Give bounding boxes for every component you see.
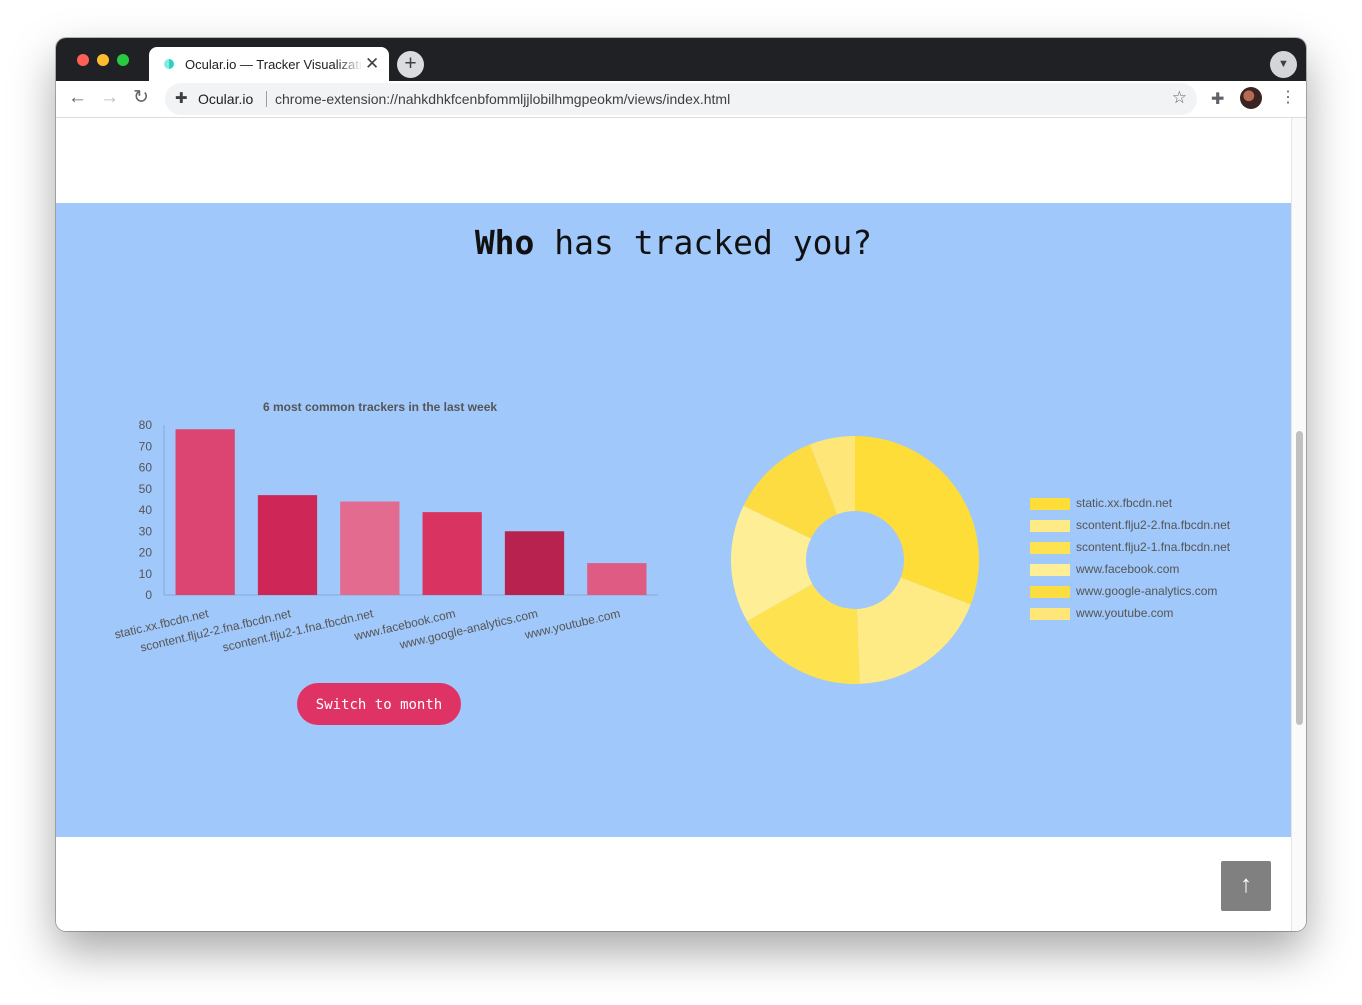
browser-window: Ocular.io — Tracker Visualization ✕ + ▼ … — [56, 38, 1306, 931]
browser-toolbar: ← → ↻ ✚ Ocular.io chrome-extension://nah… — [56, 81, 1306, 118]
extensions-puzzle-icon[interactable]: ✚ — [1211, 89, 1224, 109]
close-icon[interactable]: ✕ — [365, 54, 379, 74]
scrollbar[interactable] — [1291, 118, 1306, 931]
bar — [175, 429, 235, 595]
y-tick-label: 0 — [145, 588, 152, 602]
star-icon[interactable]: ☆ — [1172, 88, 1187, 108]
legend-label: scontent.flju2-2.fna.fbcdn.net — [1076, 518, 1231, 532]
y-tick-label: 40 — [139, 503, 153, 517]
donut-chart — [730, 436, 979, 684]
y-tick-label: 10 — [139, 567, 153, 581]
heading-rest: has tracked you? — [534, 223, 873, 262]
minimize-window-button[interactable] — [97, 54, 109, 66]
avatar[interactable] — [1240, 87, 1262, 109]
x-tick-label: www.google-analytics.com — [397, 606, 539, 652]
switch-to-month-button[interactable]: Switch to month — [297, 683, 461, 725]
legend-swatch — [1030, 498, 1070, 510]
y-tick-label: 60 — [139, 461, 153, 475]
forward-arrow-icon[interactable]: → — [100, 86, 119, 110]
legend-swatch — [1030, 608, 1070, 620]
legend-label: static.xx.fbcdn.net — [1076, 496, 1173, 510]
puzzle-icon: ✚ — [175, 90, 188, 107]
chevron-down-icon[interactable]: ▼ — [1270, 51, 1297, 78]
ocular-favicon-icon — [164, 59, 174, 69]
kebab-menu-icon[interactable]: ⋮ — [1280, 87, 1296, 109]
legend-swatch — [1030, 586, 1070, 598]
x-tick-label: www.youtube.com — [522, 606, 621, 642]
y-tick-label: 50 — [139, 482, 153, 496]
bar — [422, 512, 482, 595]
scrollbar-thumb[interactable] — [1296, 431, 1303, 725]
back-to-top-button[interactable]: ↑ — [1221, 861, 1271, 911]
bar — [340, 501, 400, 595]
page-viewport: Who has tracked you? 6 most common track… — [56, 118, 1291, 931]
legend-swatch — [1030, 542, 1070, 554]
y-tick-label: 70 — [139, 439, 153, 453]
zoom-window-button[interactable] — [117, 54, 129, 66]
y-tick-label: 20 — [139, 546, 153, 560]
address-bar[interactable]: ✚ Ocular.io chrome-extension://nahkdhkfc… — [165, 83, 1197, 115]
close-window-button[interactable] — [77, 54, 89, 66]
tab-ocular[interactable]: Ocular.io — Tracker Visualization ✕ — [149, 47, 389, 81]
tab-strip: Ocular.io — Tracker Visualization ✕ + ▼ — [56, 38, 1306, 81]
bar — [587, 563, 647, 595]
legend-label: scontent.flju2-1.fna.fbcdn.net — [1076, 540, 1231, 554]
y-tick-label: 30 — [139, 524, 153, 538]
heading-bold: Who — [474, 223, 535, 262]
legend-label: www.google-analytics.com — [1076, 584, 1218, 598]
legend-label: www.facebook.com — [1076, 562, 1180, 576]
back-arrow-icon[interactable]: ← — [68, 86, 87, 110]
omnibox-host: Ocular.io — [198, 91, 254, 107]
y-tick-label: 80 — [139, 418, 153, 432]
legend-swatch — [1030, 520, 1070, 532]
plus-icon[interactable]: + — [397, 51, 424, 78]
legend-label: www.youtube.com — [1076, 606, 1174, 620]
donut-slice — [855, 436, 979, 605]
omnibox-divider — [266, 91, 267, 107]
page-title: Who has tracked you? — [56, 223, 1291, 262]
tracker-section: Who has tracked you? 6 most common track… — [56, 203, 1291, 837]
arrow-up-icon: ↑ — [1240, 871, 1252, 898]
omnibox-url[interactable]: chrome-extension://nahkdhkfcenbfommljjlo… — [275, 91, 730, 107]
reload-icon[interactable]: ↻ — [133, 86, 149, 110]
tab-title: Ocular.io — Tracker Visualization — [185, 57, 363, 72]
bar — [257, 495, 318, 595]
legend-swatch — [1030, 564, 1070, 576]
bar — [504, 531, 565, 595]
bar-chart: 01020304050607080static.xx.fbcdn.netscon… — [113, 418, 658, 655]
